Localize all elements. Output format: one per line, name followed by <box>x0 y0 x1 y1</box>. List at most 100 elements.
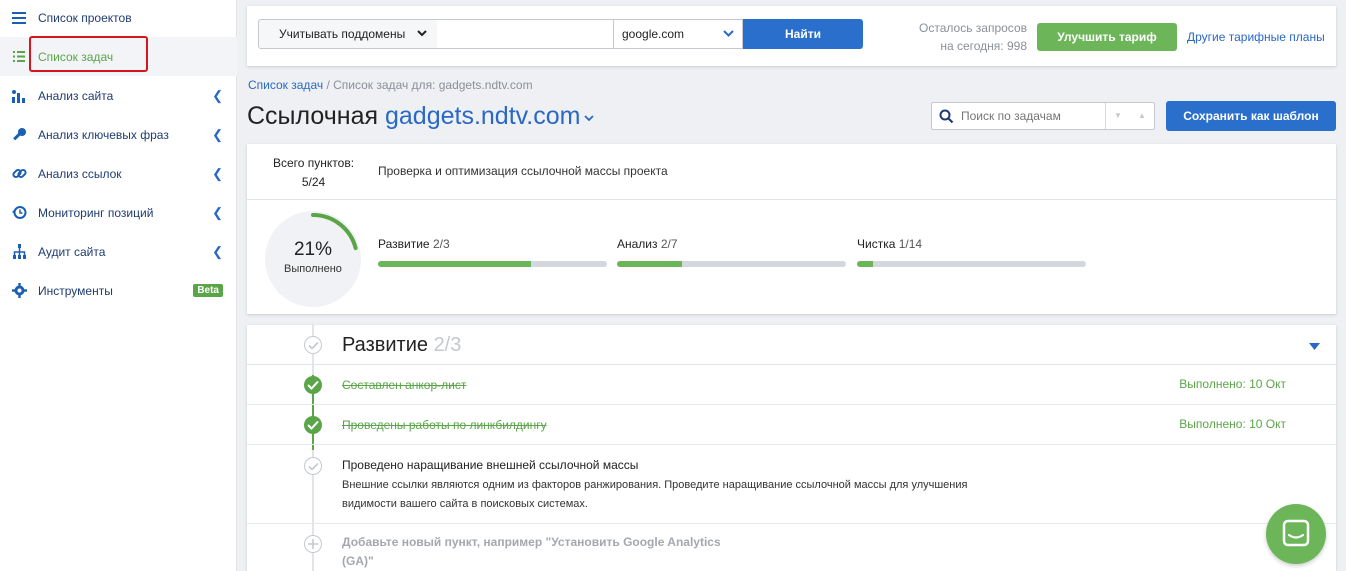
task-status: Выполнено: 10 Окт <box>1179 377 1286 391</box>
unchecked-icon[interactable] <box>304 457 322 475</box>
category-label: Чистка <box>857 237 896 251</box>
sidebar-item-tools[interactable]: Инструменты Beta <box>0 271 237 310</box>
requests-quota: Осталось запросов на сегодня: 998 <box>895 19 1027 55</box>
other-plans-link[interactable]: Другие тарифные планы <box>1187 30 1325 44</box>
sidebar-item-label: Аудит сайта <box>38 244 106 259</box>
task-row[interactable]: Составлен анкор-лист Выполнено: 10 Окт <box>247 365 1336 405</box>
sidebar-item-keywords[interactable]: Анализ ключевых фраз ❮ <box>0 115 237 154</box>
search-engine-select[interactable]: google.com <box>613 19 743 49</box>
menu-icon <box>0 11 38 24</box>
add-task-input[interactable]: Добавьте новый пункт, например "Установи… <box>342 533 722 571</box>
project-domain: gadgets.ndtv.com <box>384 102 581 130</box>
checklist-description: Проверка и оптимизация ссылочной массы п… <box>378 164 668 178</box>
search-toolbar: Учитывать поддомены google.com Найти Ост… <box>247 6 1336 66</box>
divider <box>1105 103 1106 129</box>
progress-percent: 21% <box>293 239 333 260</box>
chevron-left-icon: ❮ <box>212 205 223 220</box>
progress-ring: 21% Выполнено <box>265 211 361 307</box>
progress-bar-fill <box>857 261 874 267</box>
task-row[interactable]: Проведено наращивание внешней ссылочной … <box>247 445 1336 524</box>
page-title: Ссылочная gadgets.ndtv.com <box>247 102 594 131</box>
highlight-box <box>29 36 148 72</box>
section-check-icon <box>304 336 322 354</box>
chevron-down-icon <box>723 28 734 40</box>
progress-bar <box>617 261 846 267</box>
sidebar-item-site-analysis[interactable]: Анализ сайта ❮ <box>0 76 237 115</box>
chevron-left-icon: ❮ <box>212 127 223 142</box>
category-progress: Развитие 2/3 <box>378 237 607 267</box>
total-items-label: Всего пунктов: <box>272 156 355 170</box>
checked-icon[interactable] <box>304 416 322 434</box>
sidebar-item-positions[interactable]: Мониторинг позиций ❮ <box>0 193 237 232</box>
project-domain-selector[interactable]: gadgets.ndtv.com <box>385 102 594 130</box>
checked-icon[interactable] <box>304 376 322 394</box>
divider <box>247 199 1336 200</box>
breadcrumb-separator: / <box>323 78 334 92</box>
save-as-template-button[interactable]: Сохранить как шаблон <box>1166 101 1336 131</box>
task-search: ▼ ▲ <box>931 102 1155 130</box>
section-count: 2/3 <box>433 334 462 356</box>
arrow-down-icon[interactable]: ▼ <box>1114 111 1122 120</box>
category-count: 1/14 <box>898 237 923 251</box>
sidebar-item-projects[interactable]: Список проектов <box>0 0 237 37</box>
sidebar-item-label: Анализ ключевых фраз <box>38 127 169 142</box>
task-description: Внешние ссылки являются одним из факторо… <box>342 479 968 510</box>
category-progress: Чистка 1/14 <box>857 237 1086 267</box>
find-button[interactable]: Найти <box>743 19 863 49</box>
chevron-down-icon <box>417 28 427 40</box>
quota-line2: на сегодня: 998 <box>940 39 1027 53</box>
progress-bar <box>857 261 1086 267</box>
task-section: Развитие 2/3 Составлен анкор-лист Выполн… <box>247 325 1336 571</box>
task-title: Проведены работы по линкбилдингу <box>342 418 547 432</box>
key-icon <box>0 127 38 142</box>
task-row[interactable]: Проведены работы по линкбилдингу Выполне… <box>247 405 1336 445</box>
sidebar-item-audit[interactable]: Аудит сайта ❮ <box>0 232 237 271</box>
subdomain-dropdown[interactable]: Учитывать поддомены <box>258 19 438 49</box>
breadcrumb: Список задач / Список задач для: gadgets… <box>248 78 533 92</box>
total-items-value: 5/24 <box>301 175 326 189</box>
quota-line1: Осталось запросов <box>919 21 1027 35</box>
upgrade-plan-button[interactable]: Улучшить тариф <box>1037 23 1177 51</box>
sidebar-item-label: Инструменты <box>38 283 113 298</box>
beta-badge: Beta <box>193 284 223 297</box>
sidebar-item-links[interactable]: Анализ ссылок ❮ <box>0 154 237 193</box>
category-progress: Анализ 2/7 <box>617 237 846 267</box>
breadcrumb-link[interactable]: Список задач <box>248 78 323 92</box>
arrow-up-icon[interactable]: ▲ <box>1138 111 1146 120</box>
add-icon[interactable] <box>304 535 322 553</box>
chevron-down-icon <box>580 109 594 125</box>
sidebar-item-label: Мониторинг позиций <box>38 205 154 220</box>
task-status: Выполнено: 10 Окт <box>1179 417 1286 431</box>
page-title-prefix: Ссылочная <box>247 102 379 130</box>
total-items: Всего пунктов: 5/24 <box>247 154 380 192</box>
sidebar-item-label: Список проектов <box>38 10 132 25</box>
chat-icon <box>1282 519 1310 547</box>
task-search-input[interactable] <box>961 103 1106 129</box>
sidebar-item-label: Анализ ссылок <box>38 166 122 181</box>
collapse-icon[interactable] <box>1309 339 1320 353</box>
category-label: Анализ <box>617 237 658 251</box>
chart-icon <box>0 89 38 103</box>
progress-bar <box>378 261 607 267</box>
task-title: Проведено наращивание внешней ссылочной … <box>342 458 639 472</box>
sidebar-item-label: Анализ сайта <box>38 88 114 103</box>
link-icon <box>0 166 38 181</box>
section-title-text: Развитие <box>342 334 428 356</box>
category-label: Развитие <box>378 237 430 251</box>
chevron-left-icon: ❮ <box>212 166 223 181</box>
search-icon <box>939 109 954 127</box>
section-header[interactable]: Развитие 2/3 <box>247 325 1336 365</box>
chevron-left-icon: ❮ <box>212 244 223 259</box>
chevron-left-icon: ❮ <box>212 88 223 103</box>
gear-icon <box>0 283 38 298</box>
category-count: 2/3 <box>432 237 450 251</box>
breadcrumb-current: Список задач для: gadgets.ndtv.com <box>333 78 533 92</box>
sidebar: Список проектов Список задач Анализ сайт… <box>0 0 237 571</box>
search-engine-value: google.com <box>622 27 685 41</box>
chat-button[interactable] <box>1266 504 1326 564</box>
task-title: Составлен анкор-лист <box>342 378 467 392</box>
section-title: Развитие 2/3 <box>342 334 461 357</box>
summary-card: Всего пунктов: 5/24 Проверка и оптимизац… <box>247 144 1336 314</box>
progress-done-label: Выполнено <box>284 263 342 275</box>
domain-input[interactable] <box>437 19 614 49</box>
